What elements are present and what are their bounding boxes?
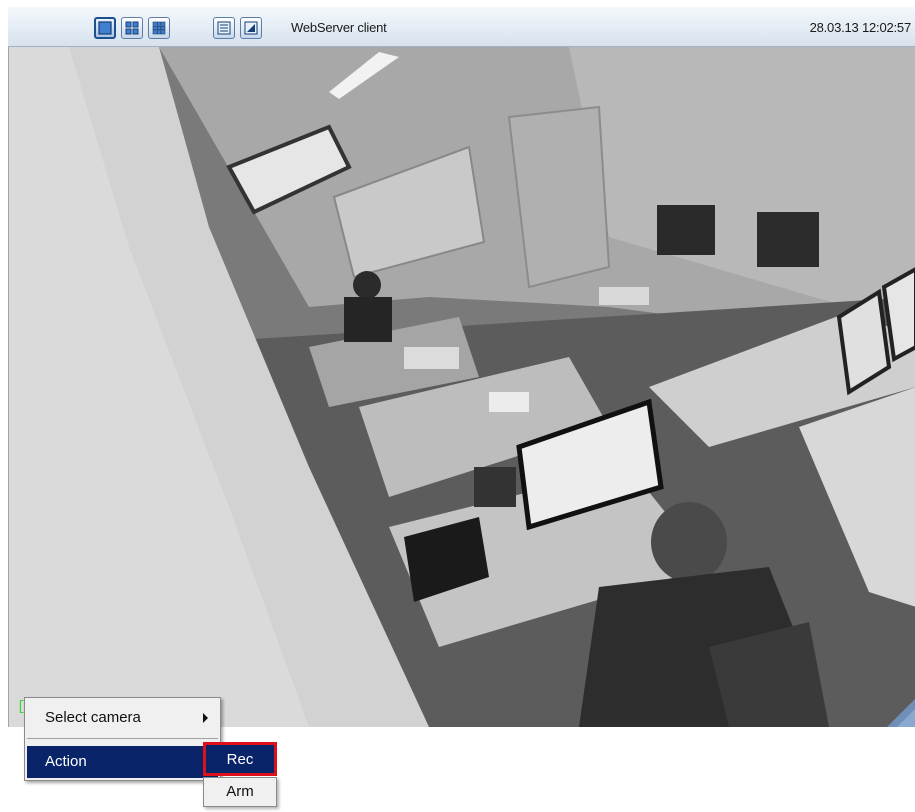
resize-button[interactable] [240,17,262,39]
menu-item-action[interactable]: Action [27,746,218,778]
layout-2x2-button[interactable] [121,17,143,39]
list-button[interactable] [213,17,235,39]
layout-3x3-button[interactable] [148,17,170,39]
camera-video-feed[interactable]: [ [8,47,915,727]
layout-2x2-icon [125,21,139,35]
datetime-display: 28.03.13 12:02:57 [809,20,912,35]
layout-1x1-button[interactable] [94,17,116,39]
top-toolbar: WebServer client 28.03.13 12:02:57 [8,7,915,47]
submenu-item-rec[interactable]: Rec [203,742,277,776]
menu-separator [27,738,218,739]
list-icon [217,21,231,35]
menu-item-label: Action [45,753,87,770]
menu-item-label: Select camera [45,709,141,726]
action-submenu: Rec Arm [203,742,277,807]
layout-1x1-icon [98,21,112,35]
app-title: WebServer client [291,20,387,35]
submenu-item-arm[interactable]: Arm [203,777,277,807]
layout-3x3-icon [152,21,166,35]
resize-icon [244,21,258,35]
context-menu: Select camera Action [24,697,221,781]
camera-feed-icon [9,47,915,727]
menu-item-select-camera[interactable]: Select camera [27,702,218,734]
submenu-arrow-icon [203,713,208,723]
resize-corner-icon[interactable] [887,699,915,727]
